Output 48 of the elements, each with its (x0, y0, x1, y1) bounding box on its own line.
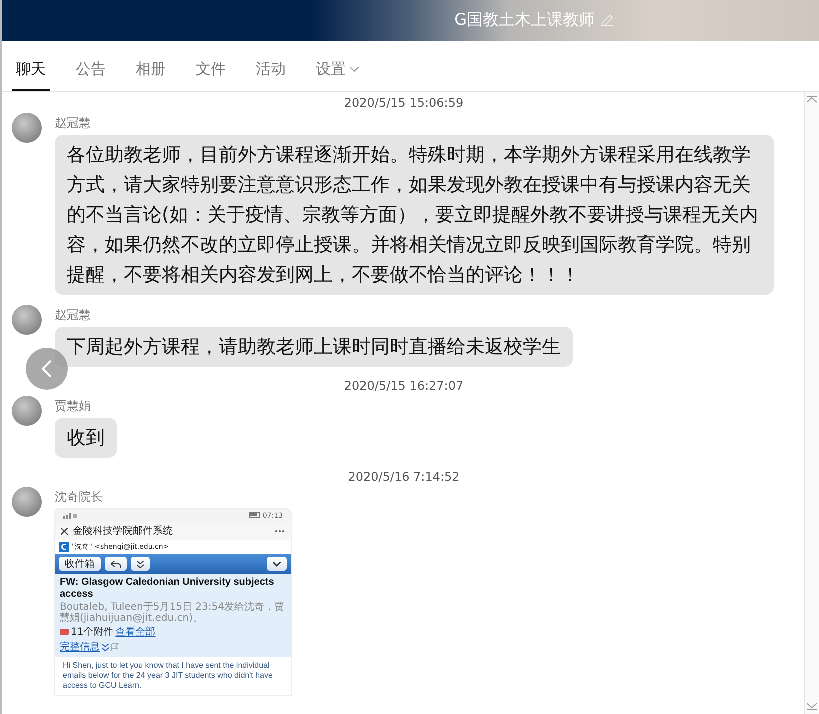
avatar[interactable] (12, 305, 42, 335)
attachment-icon (60, 629, 69, 635)
back-button[interactable] (26, 348, 68, 390)
message-timestamp: 2020/5/15 16:27:07 (344, 379, 465, 393)
caret-icon (273, 562, 281, 566)
close-icon[interactable] (61, 528, 68, 534)
more-icon[interactable] (275, 530, 285, 532)
message-bubble: 各位助教老师，目前外方课程逐渐开始。特殊时期，本学期外方课程采用在线教学方式，请大家特别要注意意识形态工作，如果发现外教在授课中有与授课内容无关的不当言论(如：关于疫情、宗教等方面），要立即提醒外教不要讲授与课程无关内容，如果仍然不改的立即停止授课。并将相关情况立即反映到国际教育学院。特别提醒，不要将相关内容发到网上，不要做不恰当的评论！！！ (55, 135, 774, 295)
tab[interactable]: 设置 (312, 60, 363, 91)
attachment-count: 11个附件 (71, 626, 114, 639)
scroll-down-icon[interactable] (807, 703, 817, 710)
signal-icon (63, 512, 77, 518)
sender-name: 贾慧娟 (55, 398, 91, 415)
message-bubble: 收到 (55, 418, 117, 458)
dropdown-button[interactable] (267, 557, 287, 571)
group-title: G国教土木上课教师 (454, 10, 595, 31)
email-subject: FW: Glasgow Caledonian University subjects access (60, 577, 276, 601)
email-body: Hi Shen, just to let you know that I have sent the individual emails below for the 24 year 3 JIT students who didn't have access to GCU Learn. (62, 660, 274, 692)
message-bubble: 下周起外方课程，请助教老师上课时同时直播给未返校学生 (55, 327, 573, 367)
view-all-link[interactable]: 查看全部 (116, 625, 156, 639)
caret-icon (350, 67, 359, 72)
sender-name: 沈奇院长 (55, 489, 103, 506)
tab[interactable]: 相册 (132, 60, 170, 91)
app-title: 金陵科技学院邮件系统 (73, 524, 173, 538)
avatar[interactable] (12, 113, 42, 143)
tab[interactable]: 公告 (72, 60, 110, 91)
mail-logo: C (59, 542, 69, 552)
inbox-button[interactable]: 收件箱 (59, 557, 101, 571)
tab[interactable]: 活动 (252, 60, 290, 91)
scroll-up-icon[interactable] (807, 96, 817, 103)
double-chevron-icon (102, 644, 109, 650)
sender-name: 赵冠慧 (55, 307, 91, 324)
message-timestamp: 2020/5/15 15:06:59 (344, 96, 465, 110)
message-timestamp: 2020/5/16 7:14:52 (348, 470, 461, 484)
email-meta: Boutaleb, Tuleen于5月15日 23:54发给沈奇，贾慧娟(jiahuijuan@jit.edu.cn)。 (60, 602, 286, 624)
reply-icon (111, 560, 121, 568)
flag-icon[interactable] (111, 643, 119, 651)
chevron-left-icon (42, 360, 52, 378)
details-link[interactable]: 完整信息 (60, 640, 100, 654)
tab[interactable]: 聊天 (12, 60, 50, 91)
expand-button[interactable] (131, 557, 150, 571)
sender-name: 赵冠慧 (55, 115, 91, 132)
reply-button[interactable] (105, 557, 127, 571)
tab[interactable]: 文件 (192, 60, 230, 91)
double-chevron-icon (137, 560, 144, 568)
avatar[interactable] (12, 487, 42, 517)
avatar[interactable] (12, 396, 42, 426)
battery-icon (248, 512, 261, 518)
